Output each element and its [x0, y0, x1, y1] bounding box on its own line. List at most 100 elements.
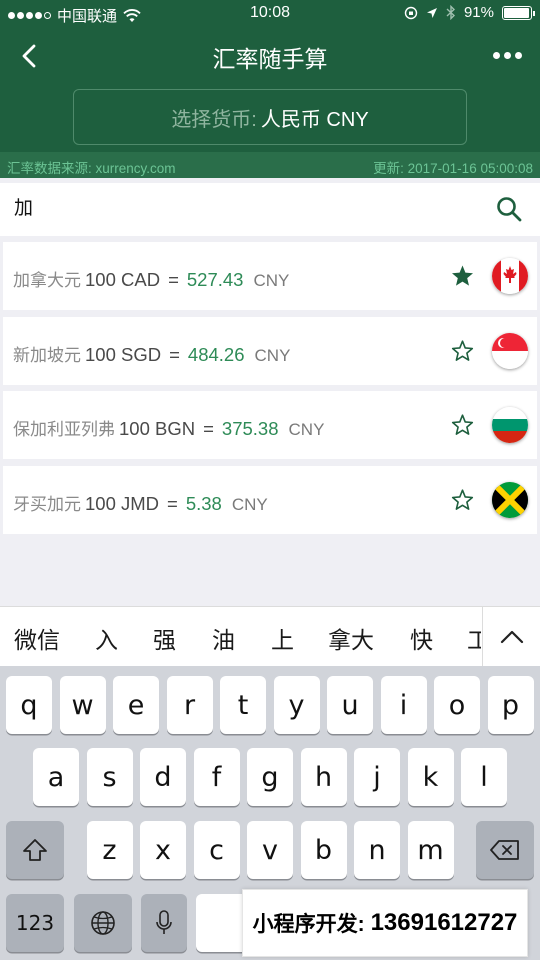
target-unit: CNY [231, 494, 268, 514]
rate-text: 保加利亚列弗 100 BGN = 375.38 CNY [13, 415, 324, 440]
key-s[interactable]: s [86, 748, 133, 806]
rate-row-jmd[interactable]: 牙买加元 100 JMD = 5.38 CNY [3, 465, 537, 534]
key-p[interactable]: p [487, 676, 534, 734]
rate-row-bgn[interactable]: 保加利亚列弗 100 BGN = 375.38 CNY [3, 391, 537, 459]
key-l[interactable]: l [461, 748, 507, 806]
rate-row-cad[interactable]: 加拿大元 100 CAD = 527.43 CNY [3, 242, 537, 310]
rate-text: 新加坡元 100 SGD = 484.26 CNY [13, 341, 290, 366]
battery-percent: 91% [463, 4, 494, 21]
banner-phone: 13691612727 [370, 909, 518, 936]
globe-key[interactable] [74, 894, 132, 952]
app-header: 中国联通 10:08 91% 汇率随手算 选择货币: 人民币 CNY 汇率数据来… [0, 0, 540, 178]
microphone-key[interactable] [141, 894, 187, 952]
key-b[interactable]: b [300, 821, 347, 879]
data-source-text: 汇率数据来源: xurrency.com [7, 161, 176, 176]
converted-value: 375.38 [221, 418, 279, 439]
key-i[interactable]: i [380, 676, 427, 734]
rate-text: 加拿大元 100 CAD = 527.43 CNY [13, 266, 289, 291]
key-r[interactable]: r [166, 676, 213, 734]
status-bar: 中国联通 10:08 91% [0, 0, 540, 28]
location-icon [426, 7, 437, 18]
key-o[interactable]: o [434, 676, 480, 734]
key-c[interactable]: c [193, 821, 240, 879]
more-menu-button[interactable] [488, 43, 526, 67]
search-input[interactable] [14, 195, 474, 217]
key-k[interactable]: k [407, 748, 454, 806]
globe-icon [91, 911, 115, 935]
star-outline-icon[interactable] [450, 339, 475, 363]
currency-select-label: 选择货币: [171, 108, 257, 131]
target-unit: CNY [288, 420, 325, 439]
equals-sign: = [167, 492, 178, 514]
canada-flag-icon [492, 258, 528, 294]
shift-key[interactable] [6, 821, 64, 879]
update-time-text: 更新: 2017-01-16 05:00:08 [373, 161, 533, 176]
microphone-icon [156, 910, 172, 934]
candidate-item[interactable]: 强 [153, 621, 176, 655]
key-y[interactable]: y [273, 676, 320, 734]
key-g[interactable]: g [247, 748, 293, 806]
star-outline-icon[interactable] [450, 413, 475, 437]
currency-select-button[interactable]: 选择货币: 人民币 CNY [73, 89, 467, 145]
candidate-item[interactable]: 油 [212, 621, 235, 655]
key-h[interactable]: h [300, 748, 347, 806]
key-n[interactable]: n [354, 821, 400, 879]
key-w[interactable]: w [59, 676, 106, 734]
key-q[interactable]: q [6, 676, 52, 734]
orientation-lock-icon [404, 6, 418, 19]
candidate-item[interactable]: 上 [271, 621, 294, 655]
target-unit: CNY [254, 345, 291, 365]
currency-select-value: 人民币 CNY [260, 108, 369, 131]
candidate-item[interactable]: 入 [95, 621, 118, 655]
search-icon[interactable] [496, 196, 522, 222]
base-amount: 100 SGD [85, 343, 162, 365]
key-f[interactable]: f [193, 748, 240, 806]
key-z[interactable]: z [86, 821, 133, 879]
star-outline-icon[interactable] [450, 488, 475, 512]
numbers-key[interactable]: 123 [6, 894, 64, 952]
currency-name: 保加利亚列弗 [13, 420, 115, 439]
rate-row-sgd[interactable]: 新加坡元 100 SGD = 484.26 CNY [3, 316, 537, 385]
converted-value: 484.26 [187, 343, 245, 365]
bulgaria-flag-icon [492, 407, 528, 443]
equals-sign: = [203, 418, 214, 439]
bluetooth-icon [446, 5, 455, 20]
chevron-up-icon [500, 630, 524, 644]
currency-name: 牙买加元 [13, 494, 81, 514]
backspace-icon [490, 840, 519, 860]
candidates-expand-button[interactable] [482, 607, 540, 667]
key-x[interactable]: x [140, 821, 186, 879]
candidate-item[interactable]: 工 [467, 621, 481, 655]
key-e[interactable]: e [113, 676, 159, 734]
converted-value: 527.43 [186, 269, 244, 290]
status-right: 91% [404, 4, 535, 21]
more-dots-icon [492, 51, 500, 59]
currency-name: 加拿大元 [13, 271, 81, 290]
star-filled-icon[interactable] [450, 264, 475, 288]
rate-list: 加拿大元 100 CAD = 527.43 CNY 新加坡元 100 SGD = 484.26… [3, 242, 537, 540]
candidate-item[interactable]: 拿大 [328, 621, 374, 655]
data-source-bar: 汇率数据来源: xurrency.com 更新: 2017-01-16 05:0… [0, 152, 540, 178]
jamaica-flag-icon [492, 481, 528, 518]
key-u[interactable]: u [327, 676, 373, 734]
candidate-item[interactable]: 微信 [14, 621, 60, 655]
key-d[interactable]: d [140, 748, 186, 806]
search-bar [0, 183, 540, 236]
delete-key[interactable] [476, 821, 534, 879]
base-amount: 100 BGN [119, 418, 196, 439]
equals-sign: = [169, 343, 180, 365]
key-j[interactable]: j [354, 748, 400, 806]
ime-candidate-bar: 微信 入 强 油 上 拿大 快 工 [0, 606, 540, 667]
equals-sign: = [168, 269, 179, 290]
key-a[interactable]: a [33, 748, 79, 806]
singapore-flag-icon [492, 332, 528, 369]
key-v[interactable]: v [247, 821, 293, 879]
nav-bar: 汇率随手算 [0, 28, 540, 86]
converted-value: 5.38 [185, 492, 222, 514]
shift-arrow-icon [23, 839, 47, 861]
page-title: 汇率随手算 [212, 46, 328, 72]
base-amount: 100 CAD [85, 269, 161, 290]
key-t[interactable]: t [220, 676, 266, 734]
candidate-item[interactable]: 快 [410, 621, 433, 655]
key-m[interactable]: m [407, 821, 454, 879]
